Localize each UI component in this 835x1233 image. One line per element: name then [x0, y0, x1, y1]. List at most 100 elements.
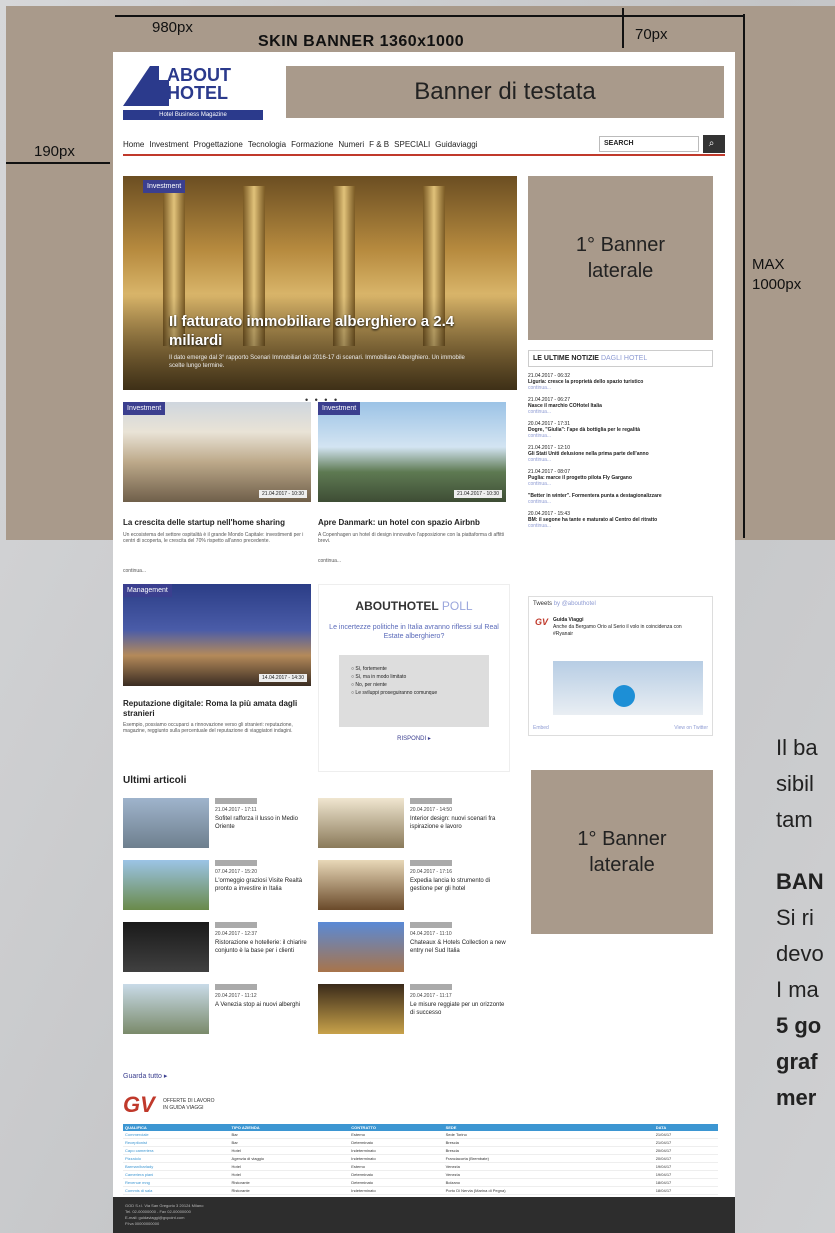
- poll-widget: ABOUTHOTEL POLL Le incertezze politiche …: [318, 584, 510, 772]
- latest-thumbnail[interactable]: [318, 922, 404, 972]
- nav-item-investment[interactable]: Investment: [149, 140, 188, 149]
- article-more-link[interactable]: continua...: [318, 558, 341, 564]
- tweet[interactable]: Guida Viaggi Anche da Bergamo Orio al Ser…: [553, 617, 703, 638]
- latest-title[interactable]: Ristorazione e hotellerie: il chiarire c…: [215, 939, 315, 955]
- jobs-label: OFFERTE DI LAVORO IN GUIDA VIAGGI: [163, 1098, 215, 1111]
- jobs-row[interactable]: Revenue mng Ristorante Determinato Bolzano 1…: [123, 1178, 718, 1187]
- article-thumbnail[interactable]: Management 14.04.2017 - 14:30: [123, 584, 311, 686]
- news-item[interactable]: 20.04.2017 - 17:31 Dogre, "Giulia": l'ape…: [528, 421, 713, 439]
- poll-title: ABOUTHOTEL POLL: [355, 599, 473, 613]
- nav-item-formazione[interactable]: Formazione: [291, 140, 333, 149]
- article-title[interactable]: Reputazione digitale: Roma la più amata …: [123, 699, 311, 719]
- jobs-row[interactable]: Pizzaiolo Agenzia di viaggio Indeterminato…: [123, 1154, 718, 1163]
- jobs-cell[interactable]: Barman/barlady: [123, 1162, 230, 1171]
- nav-item-fb[interactable]: F & B: [369, 140, 389, 149]
- nav-item-guidaviaggi[interactable]: Guidaviaggi: [435, 140, 477, 149]
- side-banner-2[interactable]: 1° Banner laterale: [531, 770, 713, 934]
- latest-title[interactable]: L'ormeggio graziosi Visite Realtà pronto…: [215, 877, 315, 893]
- latest-item[interactable]: 07.04.2017 - 15:20 L'ormeggio graziosi Vi…: [123, 860, 318, 910]
- latest-title[interactable]: Expedia lancia lo strumento di gestione …: [410, 877, 510, 893]
- jobs-cell[interactable]: Revenue mng: [123, 1178, 230, 1187]
- latest-title[interactable]: Chateaux & Hotels Collection a new entry…: [410, 939, 510, 955]
- poll-option[interactable]: ○ No, per niente: [351, 681, 477, 689]
- latest-item[interactable]: 20.04.2017 - 11:17 Le misure reggiate per…: [318, 984, 513, 1034]
- skin-title: SKIN BANNER 1360x1000: [258, 33, 465, 50]
- view-all-link[interactable]: Guarda tutto ▸: [123, 1072, 167, 1080]
- article-title[interactable]: Apre Danmark: un hotel con spazio Airbnb: [318, 518, 506, 528]
- article-more-link[interactable]: continua...: [123, 568, 146, 574]
- latest-item[interactable]: 20.04.2017 - 17:16 Expedia lancia lo stru…: [318, 860, 513, 910]
- news-item[interactable]: 21.04.2017 - 06:27 Nasce il marchio COHot…: [528, 397, 713, 415]
- news-item[interactable]: 21.04.2017 - 12:10 Gli Stati Uniti delusi…: [528, 445, 713, 463]
- news-item[interactable]: 21.04.2017 - 08:07 Puglia: marce il proge…: [528, 469, 713, 487]
- jobs-row[interactable]: Commis di sala Ristorante Indeterminato Por…: [123, 1186, 718, 1195]
- latest-title[interactable]: Interior design: nuovi scenari fra ispir…: [410, 815, 510, 831]
- nav-item-speciali[interactable]: SPECIALI: [394, 140, 430, 149]
- jobs-cell[interactable]: Commerciale: [123, 1131, 230, 1139]
- jobs-cell[interactable]: Receptionist: [123, 1138, 230, 1147]
- latest-item[interactable]: 20.04.2017 - 12:37 Ristorazione e hotelle…: [123, 922, 318, 972]
- nav-item-tecnologia[interactable]: Tecnologia: [248, 140, 286, 149]
- latest-title[interactable]: Sofitel rafforza il lusso in Medio Orien…: [215, 815, 315, 831]
- latest-thumbnail[interactable]: [318, 860, 404, 910]
- left-offset-arrow: [6, 162, 110, 164]
- news-item[interactable]: 21.04.2017 - 06:32 Liguria: cresce la pro…: [528, 373, 713, 391]
- article-tag[interactable]: Management: [123, 584, 172, 597]
- nav-item-numeri[interactable]: Numeri: [338, 140, 364, 149]
- jobs-cell[interactable]: Capo cameriera: [123, 1146, 230, 1155]
- article-thumbnail[interactable]: Investment 21.04.2017 - 10:30: [123, 402, 311, 502]
- article-title[interactable]: La crescita delle startup nell'home shar…: [123, 518, 311, 528]
- latest-thumbnail[interactable]: [123, 984, 209, 1034]
- jobs-cell: Franciacorta (Brembate): [443, 1154, 654, 1163]
- latest-item[interactable]: 20.04.2017 - 14:50 Interior design: nuovi…: [318, 798, 513, 848]
- latest-date: 20.04.2017 - 14:50: [410, 807, 452, 813]
- jobs-cell[interactable]: Commis di sala: [123, 1186, 230, 1195]
- side-banner-1[interactable]: 1° Banner laterale: [528, 176, 713, 340]
- hero-slider[interactable]: Investment Il fatturato immobiliare albe…: [123, 176, 517, 390]
- search-button[interactable]: ⌕: [703, 135, 725, 153]
- logo[interactable]: ABOUT HOTEL Hotel Business Magazine: [123, 66, 273, 122]
- latest-item[interactable]: 04.04.2017 - 11:10 Chateaux & Hotels Coll…: [318, 922, 513, 972]
- search-input[interactable]: SEARCH: [599, 136, 699, 152]
- jobs-row[interactable]: Cameriera piani Hotel Determinato Venezia 19…: [123, 1170, 718, 1179]
- top-offset-label: 70px: [635, 26, 668, 43]
- tweet-media[interactable]: [553, 661, 703, 715]
- poll-option[interactable]: ○ Le sviluppi proseguiranno comunque: [351, 689, 477, 697]
- jobs-logo[interactable]: GV: [123, 1092, 155, 1118]
- latest-thumbnail[interactable]: [318, 798, 404, 848]
- jobs-cell[interactable]: Pizzaiolo: [123, 1154, 230, 1163]
- poll-submit-button[interactable]: RISPONDI ▸: [319, 735, 509, 742]
- jobs-header: QUALIFICA: [123, 1124, 230, 1131]
- play-icon[interactable]: [613, 685, 635, 707]
- article-tag[interactable]: Investment: [123, 402, 166, 415]
- header-banner[interactable]: Banner di testata: [286, 66, 724, 118]
- latest-thumbnail[interactable]: [123, 922, 209, 972]
- latest-item[interactable]: 20.04.2017 - 11:12 A Venezia stop ai nuov…: [123, 984, 318, 1034]
- nav-item-progettazione[interactable]: Progettazione: [193, 140, 242, 149]
- hero-tag[interactable]: Investment: [143, 180, 186, 193]
- latest-thumbnail[interactable]: [123, 798, 209, 848]
- article-thumbnail[interactable]: Investment 21.04.2017 - 10:30: [318, 402, 506, 502]
- hero-title[interactable]: Il fatturato immobiliare alberghiero a 2…: [169, 312, 469, 350]
- tweet-embed-link[interactable]: Embed: [533, 725, 549, 731]
- jobs-row[interactable]: Barman/barlady Hotel Esterno Venezia 19/04/1…: [123, 1162, 718, 1171]
- latest-title[interactable]: Le misure reggiate per un orizzonte di s…: [410, 1001, 510, 1017]
- jobs-cell: Bar: [229, 1131, 350, 1139]
- poll-option[interactable]: ○ Sì, fortemente: [351, 665, 477, 673]
- latest-thumbnail[interactable]: [318, 984, 404, 1034]
- nav-item-home[interactable]: Home: [123, 140, 144, 149]
- news-item[interactable]: 20.04.2017 - 15:43 BM: il segone ha tante…: [528, 511, 713, 529]
- jobs-row[interactable]: Commerciale Bar Esterno Sede Torino 21/04/17: [123, 1131, 718, 1139]
- logo-line1: ABOUT: [167, 65, 231, 85]
- article-tag[interactable]: Investment: [318, 402, 361, 415]
- poll-option[interactable]: ○ Sì, ma in modo limitato: [351, 673, 477, 681]
- latest-thumbnail[interactable]: [123, 860, 209, 910]
- jobs-cell: Esterno: [349, 1131, 444, 1139]
- latest-item[interactable]: 21.04.2017 - 17:11 Sofitel rafforza il lu…: [123, 798, 318, 848]
- latest-title[interactable]: A Venezia stop ai nuovi alberghi: [215, 1001, 315, 1009]
- jobs-row[interactable]: Capo cameriera Hotel Indeterminato Brescia 2…: [123, 1146, 718, 1155]
- jobs-row[interactable]: Receptionist Bar Determinato Brescia 21/04/1…: [123, 1138, 718, 1147]
- jobs-cell[interactable]: Cameriera piani: [123, 1170, 230, 1179]
- tweet-view-link[interactable]: View on Twitter: [674, 725, 708, 731]
- news-item[interactable]: "Better in winter". Formentera punta a d…: [528, 493, 713, 505]
